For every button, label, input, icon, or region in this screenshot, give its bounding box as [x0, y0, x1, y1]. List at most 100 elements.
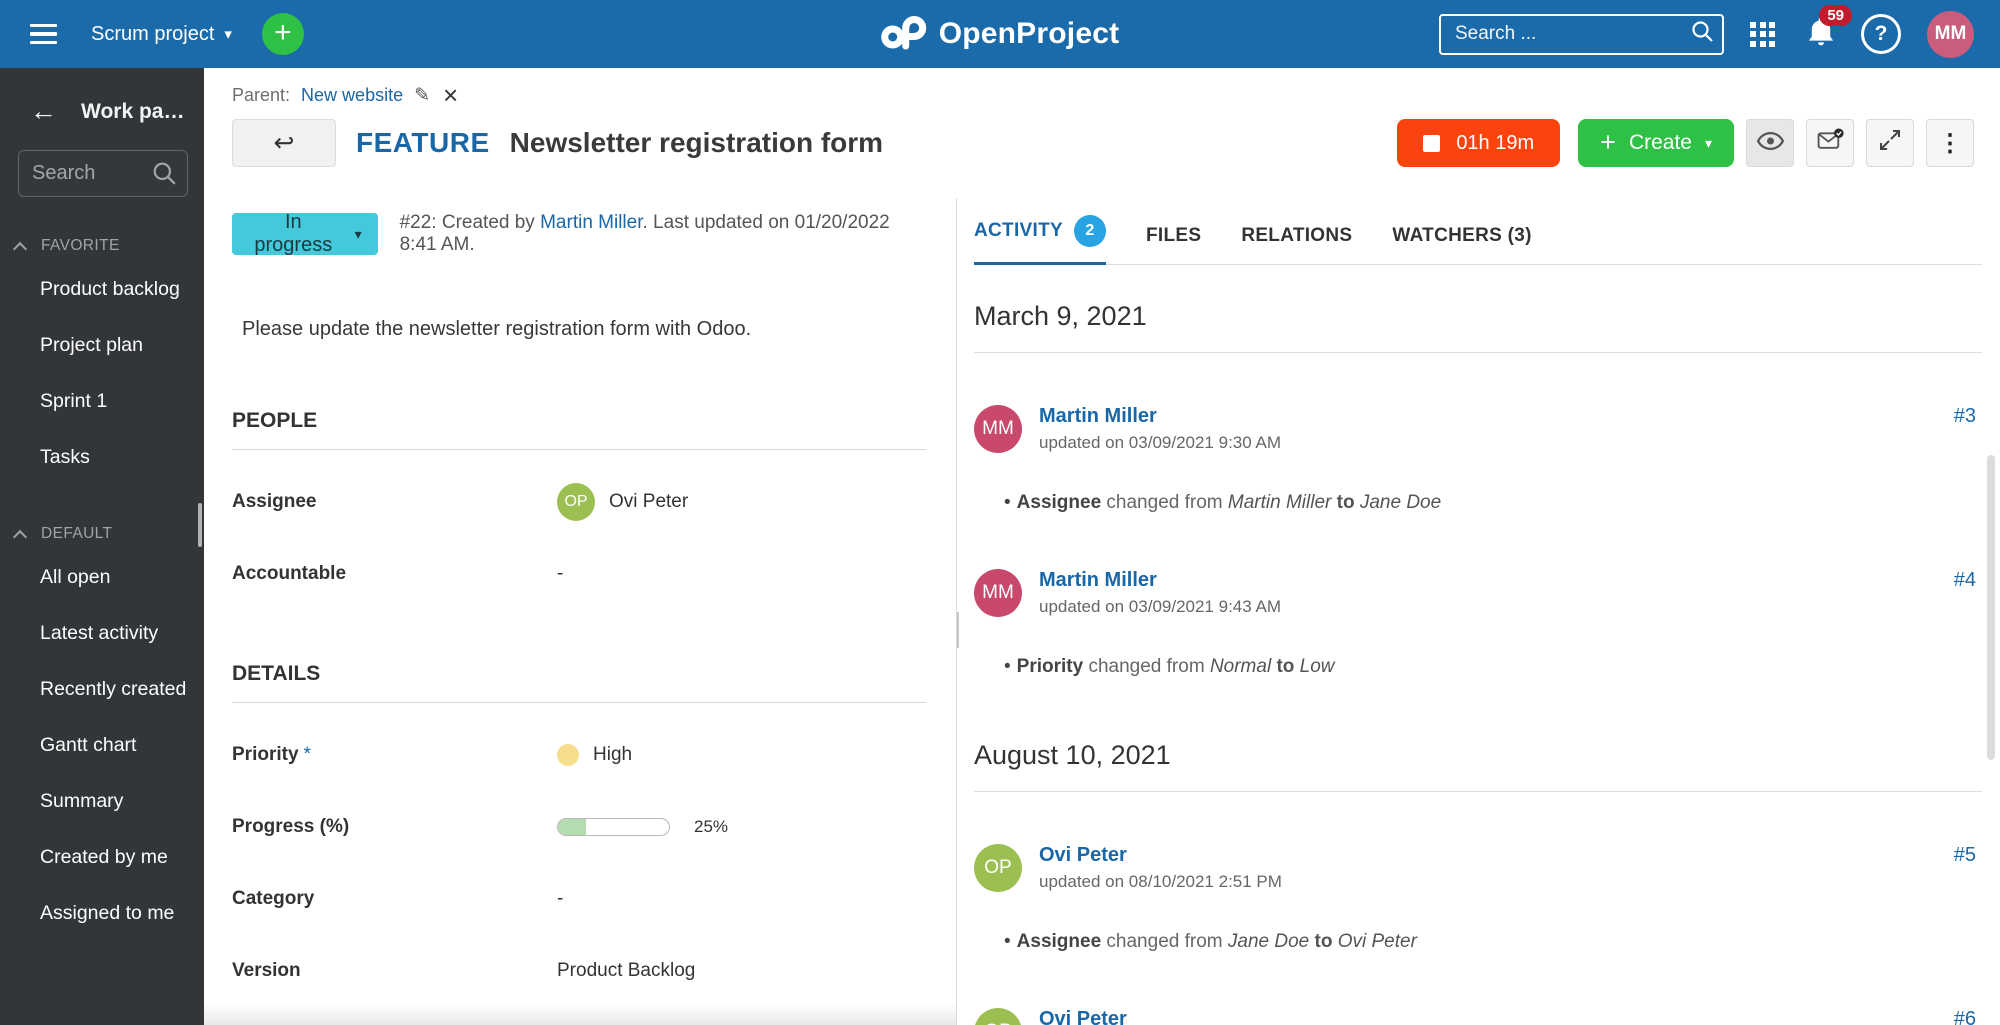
avatar: MM [974, 568, 1022, 617]
sidebar-search-icon [152, 161, 177, 191]
question-mark-icon: ? [1874, 22, 1888, 45]
progress-value[interactable]: 25% [557, 817, 728, 837]
work-package-type: FEATURE [356, 127, 490, 158]
envelope-check-icon [1817, 128, 1844, 158]
sidebar-item-project-plan[interactable]: Project plan [0, 317, 204, 373]
project-selector[interactable]: Scrum project ▾ [91, 23, 232, 46]
sidebar-section-favorite-header[interactable]: FAVORITE [0, 231, 204, 261]
avatar: OP [974, 1007, 1022, 1025]
remove-parent-icon[interactable]: × [443, 82, 458, 108]
section-heading-people: PEOPLE [232, 409, 318, 432]
field-label: Accountable [232, 563, 347, 584]
timer-button[interactable]: 01h 19m [1397, 119, 1561, 167]
activity-entry: OP Ovi Peter updated on 08/10/2021 2:51 … [974, 844, 1982, 956]
description-text[interactable]: Please update the newsletter registratio… [242, 318, 926, 341]
project-selector-label: Scrum project [91, 22, 215, 45]
activity-date-heading: August 10, 2021 [974, 740, 1171, 771]
chevron-down-icon: ▾ [1704, 135, 1712, 151]
tab-activity[interactable]: ACTIVITY 2 [974, 215, 1106, 265]
status-label: In progress [254, 211, 333, 256]
user-avatar-menu[interactable]: MM [1927, 10, 1974, 58]
search-icon [1691, 20, 1714, 48]
user-link[interactable]: Ovi Peter [1039, 1008, 1127, 1025]
accountable-value[interactable]: - [557, 563, 563, 585]
watch-button[interactable] [1746, 119, 1794, 167]
sidebar-item-all-open[interactable]: All open [0, 549, 204, 605]
back-arrow-icon[interactable]: ← [30, 98, 57, 125]
sidebar-item-summary[interactable]: Summary [0, 773, 204, 829]
user-link[interactable]: Ovi Peter [1039, 844, 1127, 866]
global-search-input[interactable] [1439, 13, 1724, 55]
global-search [1439, 13, 1724, 55]
activity-entry: OP Ovi Peter #6 [974, 1007, 1982, 1025]
priority-value[interactable]: High [557, 744, 632, 766]
edit-parent-icon[interactable]: ✎ [414, 84, 430, 107]
user-link[interactable]: Martin Miller [1039, 569, 1157, 591]
avatar: MM [974, 405, 1022, 453]
user-link[interactable]: Martin Miller [1039, 405, 1157, 427]
create-button[interactable]: + Create ▾ [1578, 119, 1734, 167]
entry-ref-link[interactable]: #4 [1954, 569, 1976, 592]
field-row-category: Category - [232, 879, 926, 919]
work-package-detail: Parent: New website ✎ × ↩ FEATURE Newsle… [204, 68, 2000, 1025]
progress-bar-fill [558, 819, 586, 835]
sidebar-section-default-header[interactable]: DEFAULT [0, 519, 204, 549]
sidebar-title: Work pa… [81, 99, 185, 123]
fullscreen-button[interactable] [1866, 119, 1914, 167]
openproject-logo-icon [881, 14, 927, 55]
sidebar-item-assigned-to-me[interactable]: Assigned to me [0, 885, 204, 941]
tab-relations[interactable]: RELATIONS [1241, 225, 1352, 264]
tab-files[interactable]: FILES [1146, 225, 1201, 264]
entry-ref-link[interactable]: #6 [1954, 1008, 1976, 1025]
openproject-logo[interactable]: OpenProject [881, 0, 1120, 68]
progress-percent-label: 25% [694, 817, 729, 836]
chevron-down-icon: ▾ [354, 226, 362, 242]
sidebar-item-sprint-1[interactable]: Sprint 1 [0, 373, 204, 429]
sidebar-item-latest-activity[interactable]: Latest activity [0, 605, 204, 661]
activity-entry: MM Martin Miller updated on 03/09/2021 9… [974, 405, 1982, 517]
kebab-icon: ⋮ [1938, 129, 1962, 157]
work-packages-sidebar: ← Work pa… FAVORITE Product backlog [0, 68, 204, 1025]
field-label: Priority * [232, 744, 311, 765]
creator-link[interactable]: Martin Miller [540, 212, 642, 233]
help-button[interactable]: ? [1861, 14, 1901, 54]
plus-icon: + [1600, 126, 1616, 157]
timer-value: 01h 19m [1456, 131, 1535, 154]
sidebar-item-gantt-chart[interactable]: Gantt chart [0, 717, 204, 773]
category-value[interactable]: - [557, 888, 563, 910]
sidebar-item-recently-created[interactable]: Recently created [0, 661, 204, 717]
more-actions-button[interactable]: ⋮ [1926, 119, 1974, 167]
activity-scrollbar[interactable] [1987, 455, 1995, 760]
tab-watchers[interactable]: WATCHERS (3) [1392, 225, 1531, 264]
progress-bar [557, 818, 670, 836]
pane-resize-handle[interactable] [957, 612, 959, 648]
hamburger-menu-icon[interactable] [26, 20, 61, 49]
expand-icon [1878, 128, 1902, 159]
title-row: ↩ FEATURE Newsletter registration form 0… [232, 119, 1974, 167]
status-dropdown[interactable]: In progress ▾ [232, 211, 378, 256]
create-button-label: Create [1628, 131, 1692, 154]
sidebar-item-product-backlog[interactable]: Product backlog [0, 261, 204, 317]
change-description: • Assignee changed from Jane Doe to Ovi P… [1004, 931, 1417, 953]
sidebar-item-tasks[interactable]: Tasks [0, 429, 204, 485]
mark-notifications-read-button[interactable] [1806, 119, 1854, 167]
field-row-priority: Priority * High [232, 735, 926, 775]
sidebar-item-created-by-me[interactable]: Created by me [0, 829, 204, 885]
entry-ref-link[interactable]: #5 [1954, 844, 1976, 867]
chevron-up-icon [12, 529, 28, 544]
back-to-list-button[interactable]: ↩ [232, 119, 336, 167]
parent-row: Parent: New website ✎ × [232, 82, 1974, 108]
version-value[interactable]: Product Backlog [557, 960, 695, 982]
notifications-bell[interactable]: 59 [1807, 4, 1852, 52]
sidebar-scrollbar[interactable] [198, 503, 202, 547]
field-row-version: Version Product Backlog [232, 951, 926, 991]
page-title: Newsletter registration form [509, 127, 884, 158]
work-package-header: Parent: New website ✎ × ↩ FEATURE Newsle… [204, 68, 2000, 198]
modules-grid-icon[interactable] [1750, 21, 1775, 47]
parent-link[interactable]: New website [301, 85, 403, 106]
assignee-value[interactable]: OP Ovi Peter [557, 483, 688, 521]
field-label: Progress (%) [232, 816, 350, 837]
entry-ref-link[interactable]: #3 [1954, 405, 1976, 428]
notification-count-badge: 59 [1819, 4, 1852, 26]
quick-add-button[interactable]: + [261, 13, 304, 55]
